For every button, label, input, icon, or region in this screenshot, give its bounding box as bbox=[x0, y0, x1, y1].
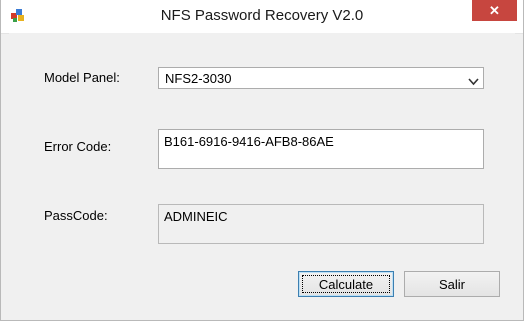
client-area: Model Panel: NFS2-3030 Error Code: B161-… bbox=[9, 33, 515, 313]
title-bar: NFS Password Recovery V2.0 ✕ bbox=[1, 0, 523, 34]
passcode-label: PassCode: bbox=[44, 208, 108, 223]
chevron-down-icon bbox=[468, 74, 479, 86]
app-window: NFS Password Recovery V2.0 ✕ Model Panel… bbox=[0, 0, 524, 321]
passcode-field[interactable]: ADMINEIC bbox=[158, 204, 484, 244]
model-panel-label: Model Panel: bbox=[44, 70, 120, 85]
close-icon: ✕ bbox=[489, 2, 500, 18]
exit-label: Salir bbox=[438, 276, 465, 292]
error-code-label: Error Code: bbox=[44, 139, 112, 154]
exit-button[interactable]: Salir bbox=[404, 271, 500, 297]
close-button[interactable]: ✕ bbox=[472, 0, 517, 21]
error-code-input[interactable]: B161-6916-9416-AFB8-86AE bbox=[158, 129, 484, 169]
calculate-button[interactable]: Calculate bbox=[298, 271, 394, 297]
window-title: NFS Password Recovery V2.0 bbox=[160, 7, 364, 24]
model-panel-select[interactable]: NFS2-3030 bbox=[158, 67, 484, 89]
model-panel-value: NFS2-3030 bbox=[165, 71, 232, 86]
focus-rectangle bbox=[302, 275, 390, 293]
